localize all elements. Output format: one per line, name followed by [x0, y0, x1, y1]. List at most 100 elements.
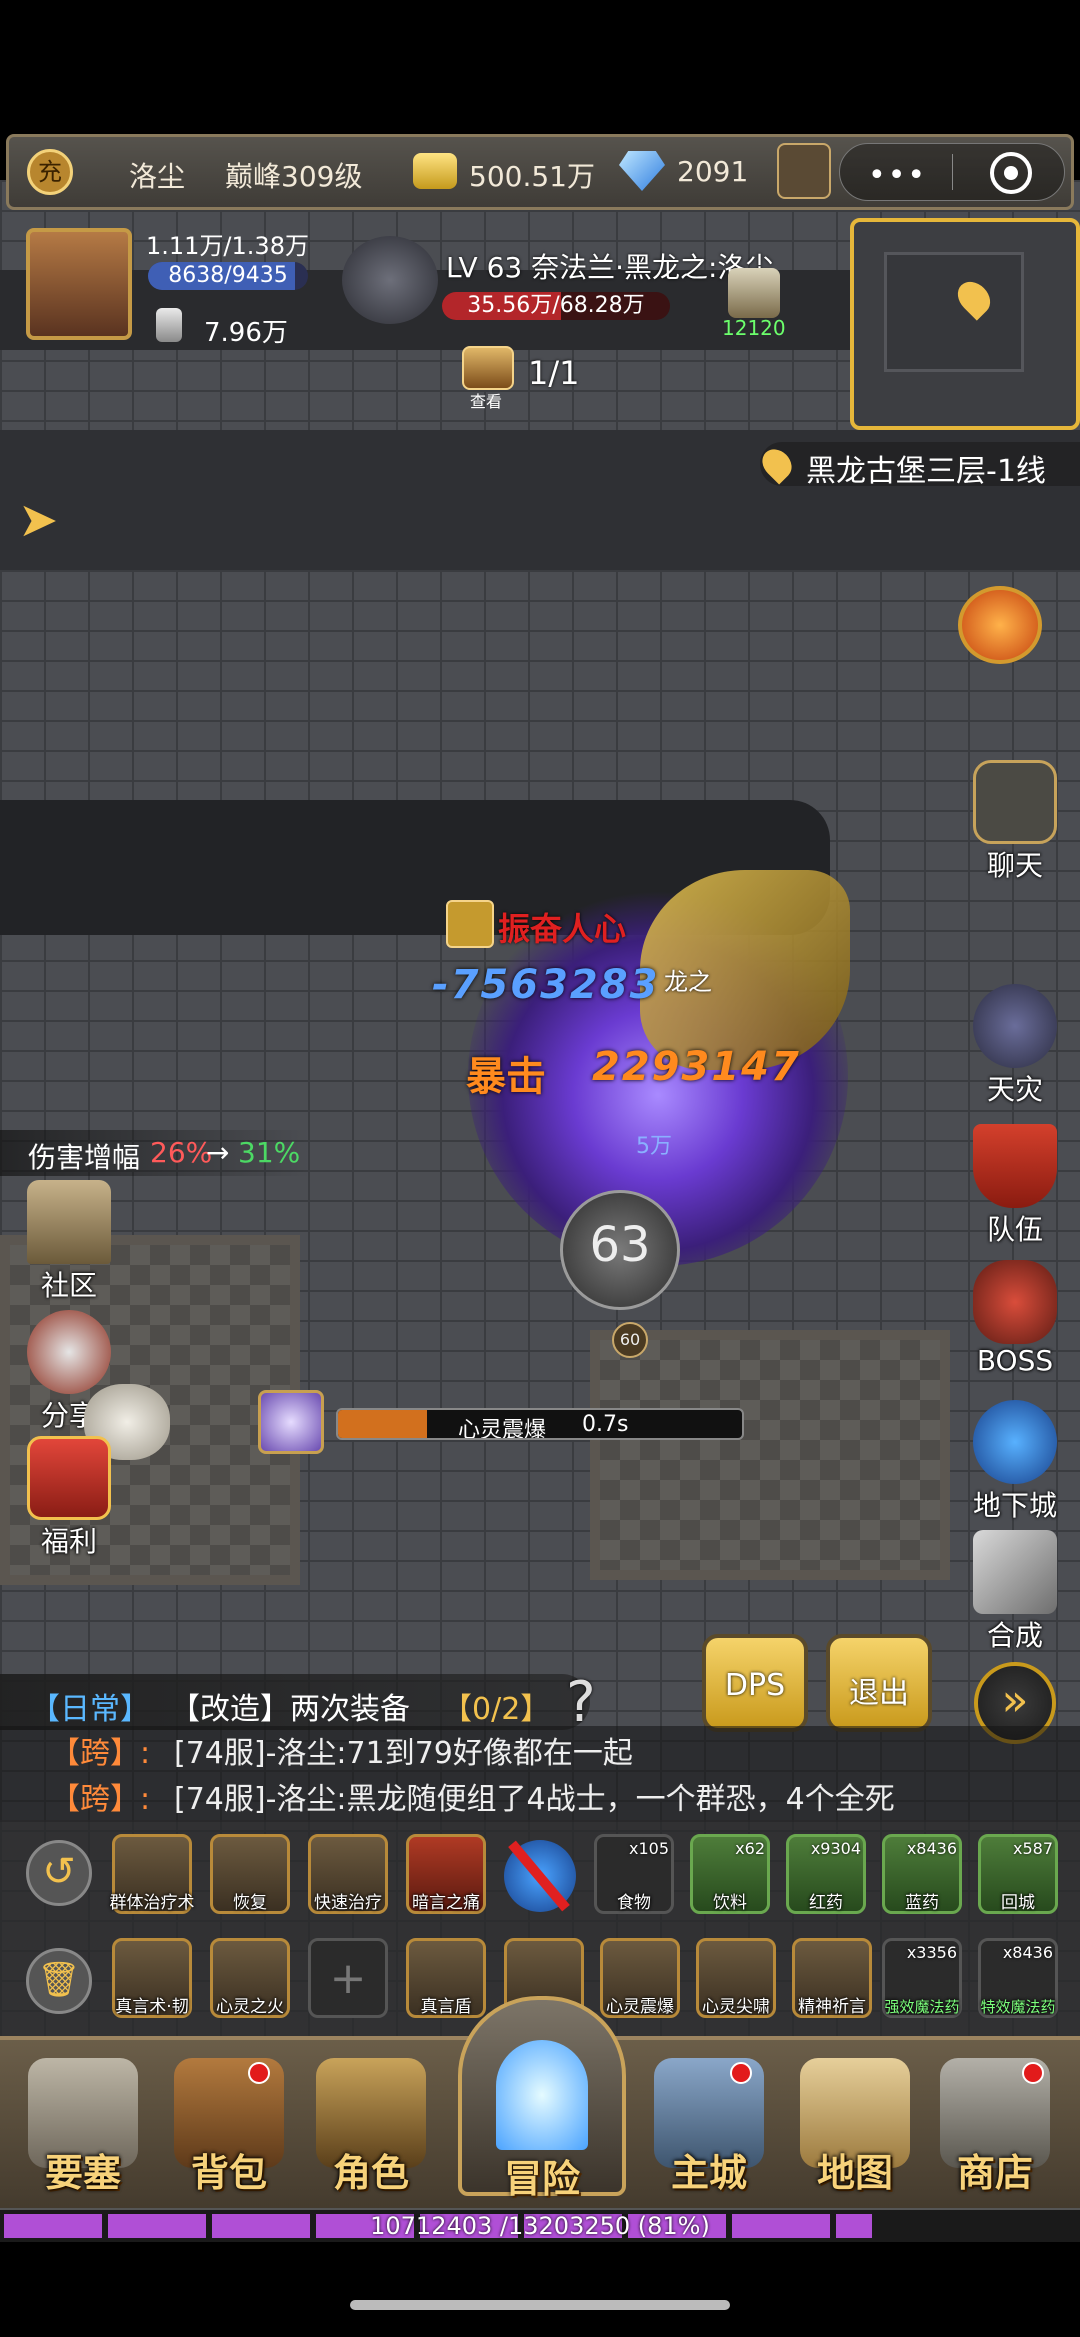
- diamond-icon[interactable]: [619, 151, 665, 191]
- dps-button[interactable]: DPS: [702, 1634, 808, 1732]
- boss-menu[interactable]: BOSS: [970, 1260, 1060, 1377]
- item-food[interactable]: x105 食物: [594, 1834, 674, 1914]
- item-label: 饮料: [713, 1893, 747, 1913]
- dungeon-menu[interactable]: 地下城: [970, 1400, 1060, 1524]
- craft-menu[interactable]: 合成: [970, 1530, 1060, 1654]
- quest-progress: 【0/2】: [442, 1692, 551, 1727]
- skill-label: 真言盾: [420, 1997, 472, 2017]
- team-banner-icon: [973, 1124, 1057, 1208]
- chat-message-1: [74服]-洛尘:71到79好像都在一起: [174, 1736, 633, 1768]
- scourge-label: 天灾: [986, 1073, 1043, 1106]
- main-city-notification-dot: [730, 2062, 752, 2084]
- item-count: x8436: [1002, 1943, 1053, 1962]
- crit-damage-number: 2293147: [592, 1044, 801, 1090]
- item-red-potion[interactable]: x9304 红药: [786, 1834, 866, 1914]
- nav-backpack[interactable]: 背包: [164, 2058, 294, 2197]
- skill-renew[interactable]: 恢复: [210, 1834, 290, 1914]
- charge-button[interactable]: 充: [27, 149, 73, 195]
- skill-mind-blast[interactable]: 心灵震爆: [600, 1938, 680, 2018]
- nav-main-city[interactable]: 主城: [644, 2058, 774, 2197]
- boss-level-badge[interactable]: 63: [560, 1190, 680, 1310]
- player-avatar[interactable]: [26, 228, 132, 340]
- nav-label: 主城: [670, 2151, 747, 2195]
- chat-icon: [973, 760, 1057, 844]
- expand-arrow-icon[interactable]: ➤: [18, 492, 58, 548]
- chat-menu[interactable]: 聊天: [970, 760, 1060, 884]
- buff-icon[interactable]: [728, 268, 780, 318]
- skill-power-word-shield[interactable]: 真言盾: [406, 1938, 486, 2018]
- dungeon-label: 地下城: [972, 1489, 1057, 1522]
- miniprogram-capsule: •••: [839, 143, 1065, 201]
- skill-label: 暗言之痛: [412, 1893, 480, 1913]
- item-blue-potion[interactable]: x8436 蓝药: [882, 1834, 962, 1914]
- item-count: x9304: [810, 1839, 861, 1858]
- nav-label: 冒险: [503, 2157, 580, 2201]
- chat-message-2: [74服]-洛尘:黑龙随便组了4战士，一个群恐，4个全死: [174, 1782, 895, 1817]
- skill-label: 心灵尖啸: [702, 1997, 770, 2017]
- cast-bar: 心灵震爆 0.7s: [336, 1408, 744, 1440]
- chat-box[interactable]: 【跨】: [74服]-洛尘:71到79好像都在一起 【跨】: [74服]-洛尘:…: [0, 1726, 1080, 1822]
- nav-fortress[interactable]: 要塞: [18, 2058, 148, 2197]
- nav-map[interactable]: 地图: [790, 2058, 920, 2197]
- scourge-icon: [973, 984, 1057, 1068]
- skill-spirit-prayer[interactable]: 精神祈言: [792, 1938, 872, 2018]
- scourge-menu[interactable]: 天灾: [970, 984, 1060, 1108]
- location-name: 黑龙古堡三层-1线: [806, 454, 1046, 489]
- trash-icon[interactable]: 🗑: [26, 1948, 92, 2014]
- item-hearthstone[interactable]: x587 回城: [978, 1834, 1058, 1914]
- target-avatar[interactable]: [342, 236, 438, 324]
- cast-time: 0.7s: [582, 1412, 629, 1437]
- hammer-icon: [973, 1530, 1057, 1614]
- skill-power-word-fortitude[interactable]: 真言术·韧: [112, 1938, 192, 2018]
- welfare-menu[interactable]: 福利: [24, 1436, 114, 1560]
- damage-boost-bar: 伤害增幅 26% → 31%: [0, 1130, 310, 1176]
- auto-cast-icon[interactable]: [504, 1840, 576, 1912]
- quest-tag: 【日常】: [30, 1692, 150, 1727]
- skill-flash-heal[interactable]: 快速治疗: [308, 1834, 388, 1914]
- angel-avatar-icon[interactable]: [777, 143, 831, 199]
- boss-hp-fragment: 5万: [636, 1134, 672, 1159]
- gold-amount: 500.51万: [469, 160, 595, 193]
- exit-button-label: 退出: [849, 1676, 909, 1711]
- exit-button[interactable]: 退出: [826, 1634, 932, 1732]
- item-superior-mana-potion[interactable]: x8436 特效魔法药: [978, 1938, 1058, 2018]
- shop-notification-dot: [1022, 2062, 1044, 2084]
- item-count: x105: [628, 1839, 669, 1858]
- close-miniprogram-icon[interactable]: [990, 152, 1032, 194]
- craft-label: 合成: [986, 1619, 1043, 1652]
- damage-boost-arrow: →: [206, 1136, 230, 1169]
- nav-label: 背包: [190, 2151, 267, 2195]
- help-icon[interactable]: ?: [566, 1670, 622, 1735]
- target-name: LV 63 奈法兰·黑龙之:洛尘: [446, 251, 774, 284]
- item-greater-mana-potion[interactable]: x3356 强效魔法药: [882, 1938, 962, 2018]
- quest-tracker[interactable]: 【日常】 【改造】两次装备 【0/2】: [0, 1674, 590, 1730]
- item-label: 特效魔法药: [980, 1998, 1056, 2016]
- player-hp-text: 1.11万/1.38万: [146, 232, 309, 260]
- chat-label: 聊天: [986, 849, 1043, 882]
- chat-channel-1: 【跨】:: [50, 1736, 151, 1768]
- skill-group-heal[interactable]: 群体治疗术: [110, 1834, 195, 1914]
- castle-icon: [27, 1180, 111, 1264]
- treasure-chest-icon[interactable]: [462, 346, 514, 390]
- skill-psychic-scream[interactable]: 心灵尖啸: [696, 1938, 776, 2018]
- community-menu[interactable]: 社区: [24, 1180, 114, 1304]
- gold-icon[interactable]: [413, 153, 457, 189]
- skill-inner-fire[interactable]: 心灵之火: [210, 1938, 290, 2018]
- minimap[interactable]: [850, 218, 1080, 430]
- team-menu[interactable]: 队伍: [970, 1124, 1060, 1248]
- minimap-room: [884, 252, 1024, 372]
- item-drink[interactable]: x62 饮料: [690, 1834, 770, 1914]
- nav-adventure[interactable]: 冒险: [458, 1996, 626, 2201]
- skill-label: 心灵之火: [216, 1997, 284, 2017]
- empty-skill-slot[interactable]: +: [308, 1938, 388, 2018]
- damage-boost-label: 伤害增幅: [28, 1141, 141, 1174]
- chat-channel-2: 【跨】:: [50, 1782, 151, 1817]
- item-count: x587: [1012, 1839, 1053, 1858]
- swap-skills-icon[interactable]: ↺: [26, 1840, 92, 1906]
- player-level-badge: 60: [612, 1322, 648, 1358]
- skill-shadow-word-pain[interactable]: 暗言之痛: [406, 1834, 486, 1914]
- nav-character[interactable]: 角色: [306, 2058, 436, 2197]
- more-icon[interactable]: •••: [868, 158, 927, 193]
- event-cauldron-icon[interactable]: [958, 586, 1042, 664]
- player-name: 洛尘: [129, 160, 186, 193]
